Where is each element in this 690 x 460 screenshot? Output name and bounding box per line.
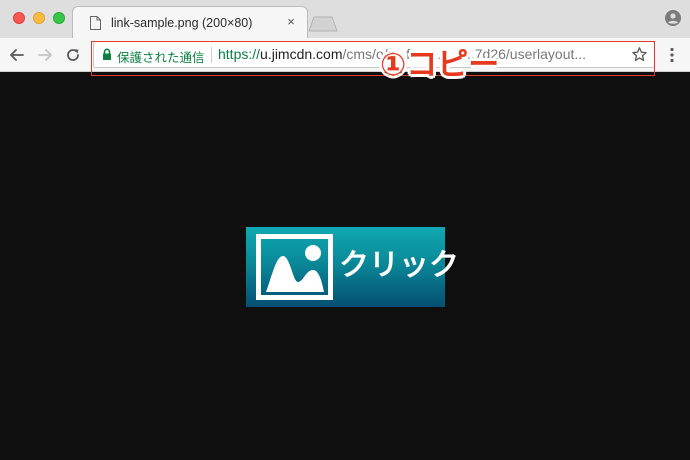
copy-step-annotation: ①コピー	[380, 47, 500, 82]
tab-active[interactable]: link-sample.png (200×80) ×	[72, 6, 308, 38]
link-label: クリック	[339, 249, 459, 282]
url-scheme: https://	[218, 46, 261, 62]
address-bar[interactable]: 保護された通信 https://u.jimcdn.com/cms/o/s...f…	[93, 41, 655, 68]
window-minimize-button[interactable]	[33, 12, 45, 24]
tab-close-button[interactable]: ×	[284, 15, 298, 29]
tab-title: link-sample.png (200×80)	[111, 16, 253, 30]
browser-window: link-sample.png (200×80) × 保護された通信 https…	[0, 0, 690, 460]
page-viewport: クリック	[0, 72, 690, 460]
reload-icon[interactable]	[64, 46, 82, 64]
profile-icon[interactable]	[665, 10, 681, 26]
browser-toolbar: 保護された通信 https://u.jimcdn.com/cms/o/s...f…	[0, 38, 690, 72]
window-maximize-button[interactable]	[53, 12, 65, 24]
url-host: u.jimcdn.com	[260, 46, 343, 62]
window-close-button[interactable]	[13, 12, 25, 24]
kebab-menu-icon[interactable]	[665, 46, 679, 64]
star-icon[interactable]	[631, 46, 648, 63]
omnibox-divider	[211, 47, 212, 63]
tab-strip: link-sample.png (200×80) ×	[0, 0, 690, 38]
arrow-right-icon[interactable]	[36, 46, 54, 64]
arrow-left-icon[interactable]	[8, 46, 26, 64]
document-icon	[90, 16, 101, 30]
new-tab-button[interactable]	[308, 16, 338, 32]
link-sample-image[interactable]: クリック	[246, 227, 459, 307]
lock-icon	[103, 48, 111, 60]
image-icon	[256, 234, 333, 300]
secure-connection-label[interactable]: 保護された通信	[117, 47, 205, 66]
